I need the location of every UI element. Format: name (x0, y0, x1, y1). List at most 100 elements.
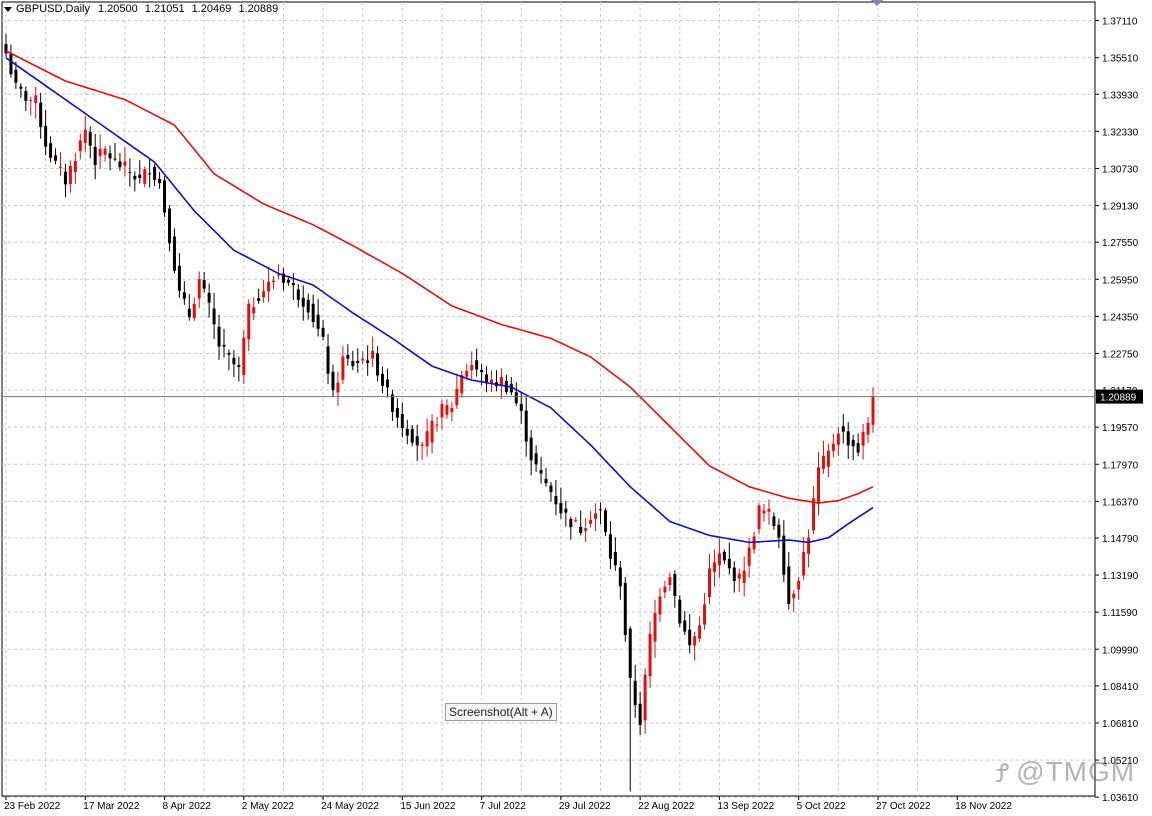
candle-body (594, 513, 598, 519)
watermark: Ꝭ @TMGM (996, 754, 1135, 790)
candle-body (618, 567, 622, 587)
candle-body (291, 283, 295, 286)
price-chart[interactable]: 1.37110 1.35510 1.33930 1.32330 1.30730 1.291… (0, 0, 1152, 816)
candle-body (445, 405, 449, 415)
candle-body (9, 53, 13, 75)
candle-body (14, 69, 18, 83)
candle-body (306, 299, 310, 313)
candle-body (286, 279, 290, 283)
candle-body (361, 358, 365, 361)
candle-body (544, 478, 548, 484)
candle-body (257, 298, 261, 301)
candle-body (197, 279, 201, 299)
candle-body (460, 375, 464, 394)
time-axis-label: 22 Aug 2022 (638, 801, 695, 812)
price-axis-label: 1.09990 (1102, 645, 1139, 656)
time-axis-label: 27 Oct 2022 (876, 801, 931, 812)
candle-body (435, 424, 439, 426)
candle-body (836, 433, 840, 445)
price-axis-label: 1.27550 (1102, 238, 1139, 249)
time-axis-label: 23 Feb 2022 (4, 801, 61, 812)
candle-body (688, 629, 692, 646)
candle-body (296, 289, 300, 300)
shift-marker-icon[interactable] (871, 0, 883, 6)
collapse-triangle-icon[interactable] (4, 6, 12, 12)
candle-body (589, 519, 593, 524)
candle-body (549, 485, 553, 493)
candle-body (381, 373, 385, 386)
candle-body (722, 551, 726, 561)
time-axis-label: 7 Jul 2022 (480, 801, 527, 812)
candle-body (772, 516, 776, 526)
candle-body (44, 125, 48, 147)
candle-body (668, 577, 672, 586)
candle-body (34, 95, 38, 104)
candle-body (450, 408, 454, 413)
candle-body (276, 274, 280, 276)
candle-body (871, 396, 875, 425)
time-axis-label: 5 Oct 2022 (797, 801, 846, 812)
candle-body (202, 280, 206, 289)
candle-body (757, 505, 761, 530)
candle-body (559, 503, 563, 514)
chart-header: GBPUSD,Daily 1.20500 1.21051 1.20469 1.2… (4, 3, 278, 15)
candle-body (167, 208, 171, 244)
price-axis-label: 1.08410 (1102, 682, 1139, 693)
candle-body (851, 439, 855, 447)
candle-body (514, 392, 518, 404)
ohlc-values: 1.20500 1.21051 1.20469 1.20889 (94, 3, 278, 15)
candle-body (574, 519, 578, 521)
price-axis-label: 1.11590 (1102, 608, 1138, 619)
candle-body (703, 604, 707, 625)
candle-body (534, 453, 538, 465)
price-axis-label: 1.16370 (1102, 497, 1139, 508)
price-axis-label: 1.17970 (1102, 460, 1139, 471)
candle-body (817, 467, 821, 504)
candle-body (24, 91, 28, 101)
time-axis-label: 2 May 2022 (242, 801, 295, 812)
candle-body (846, 431, 850, 446)
candle-body (797, 580, 801, 590)
candle-body (470, 365, 474, 371)
price-axis-label: 1.14790 (1102, 534, 1139, 545)
price-axis-label: 1.37110 (1102, 17, 1138, 28)
candle-body (480, 369, 484, 373)
price-axis-label: 1.35510 (1102, 54, 1139, 65)
candle-body (742, 570, 746, 584)
candle-body (831, 443, 835, 451)
candle-body (321, 327, 325, 337)
candle-body (658, 596, 662, 615)
candle-body (138, 174, 142, 178)
candle-body (608, 534, 612, 559)
candle-body (123, 161, 127, 166)
candle-body (663, 586, 667, 593)
candle-body (222, 344, 226, 347)
price-axis-label: 1.22750 (1102, 349, 1139, 360)
candle-body (227, 352, 231, 355)
candle-body (212, 308, 216, 325)
candle-body (49, 143, 53, 158)
candle-body (425, 431, 429, 447)
candle-body (128, 171, 132, 173)
candle-body (841, 426, 845, 432)
candle-body (564, 508, 568, 513)
candle-body (177, 265, 181, 291)
candle-body (683, 620, 687, 632)
candle-body (182, 292, 186, 299)
candle-body (554, 495, 558, 505)
candle-body (673, 574, 677, 596)
candle-body (148, 173, 152, 175)
high-value: 1.21051 (144, 3, 185, 15)
chart-window[interactable]: 1.37110 1.35510 1.33930 1.32330 1.30730 1.291… (0, 0, 1152, 816)
candle-body (237, 365, 241, 367)
candle-body (19, 86, 23, 89)
candle-body (163, 180, 167, 213)
candle-body (68, 165, 72, 185)
tmgm-logo-icon: Ꝭ (996, 758, 1011, 788)
candle-body (782, 535, 786, 575)
candle-body (653, 612, 657, 642)
candle-body (252, 307, 256, 314)
candle-body (113, 158, 117, 160)
candle-body (807, 537, 811, 554)
candle-body (866, 422, 870, 435)
